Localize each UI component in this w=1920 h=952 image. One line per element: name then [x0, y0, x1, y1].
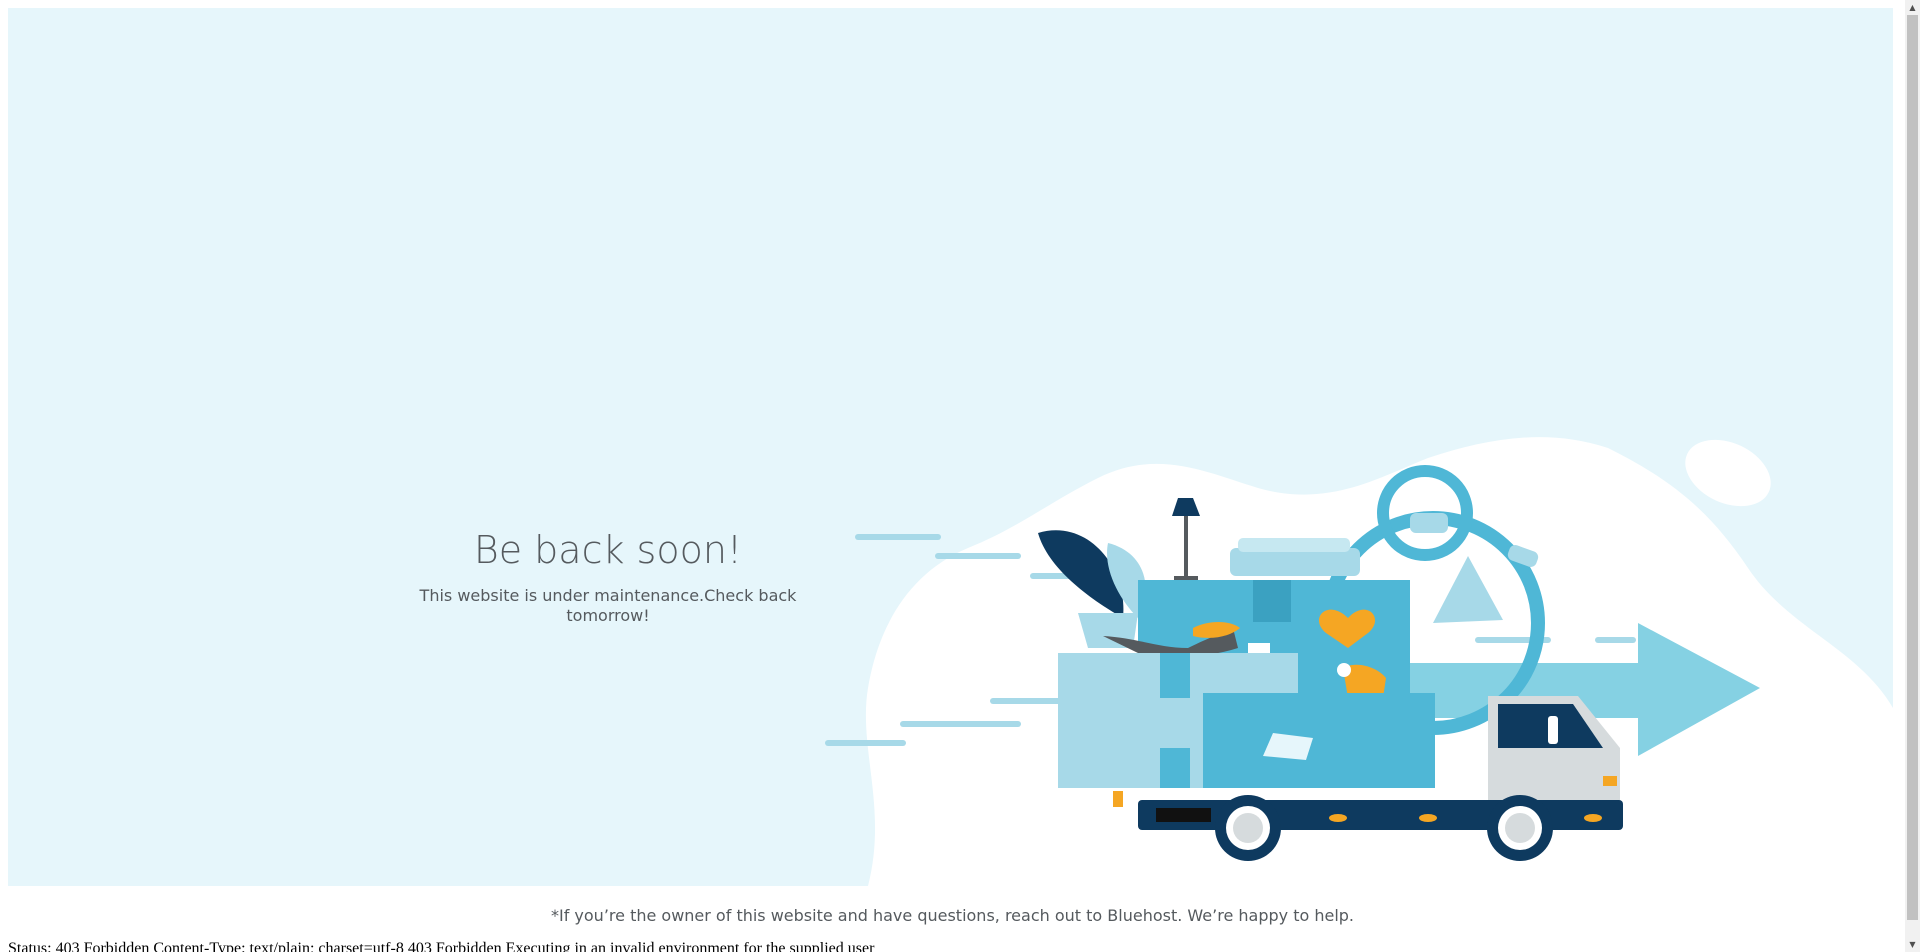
- box-lower: [1203, 693, 1435, 788]
- lamp-base: [1174, 576, 1198, 580]
- scroll-up-icon[interactable]: ▲: [1905, 0, 1920, 15]
- truck-light-1: [1329, 814, 1347, 822]
- truck-wheel-front: [1487, 795, 1553, 861]
- sofa-body: [1230, 548, 1360, 576]
- hero-text-block: Be back soon! This website is under main…: [383, 528, 833, 627]
- truck-mirror: [1548, 716, 1558, 744]
- truck-light-2: [1419, 814, 1437, 822]
- moving-truck-illustration: [825, 437, 1893, 886]
- truck-bed: [1123, 788, 1488, 800]
- vertical-scrollbar[interactable]: ▲ ▼: [1905, 0, 1920, 952]
- sofa-back: [1238, 538, 1350, 552]
- truck-bumper-light: [1113, 791, 1123, 807]
- owner-help-note: *If you’re the owner of this website and…: [550, 906, 1355, 925]
- lamp-pole: [1184, 516, 1188, 578]
- truck-skirt: [1156, 808, 1211, 822]
- truck-light-3: [1584, 814, 1602, 822]
- truck-wheel-rear: [1215, 795, 1281, 861]
- page-subtitle: This website is under maintenance.Check …: [419, 585, 797, 626]
- maintenance-hero: Be back soon! This website is under main…: [8, 8, 1893, 886]
- scrollbar-thumb[interactable]: [1907, 15, 1918, 920]
- stopwatch-cap: [1410, 513, 1448, 533]
- scroll-down-icon[interactable]: ▼: [1905, 937, 1920, 952]
- page-title: Be back soon!: [473, 528, 743, 572]
- box-left-stripe-gap: [1158, 698, 1192, 748]
- status-text: Status: 403 Forbidden Content-Type: text…: [8, 940, 875, 952]
- dog-head: [1337, 663, 1351, 677]
- truck-headlight: [1603, 776, 1617, 786]
- box-upper-tape: [1253, 580, 1291, 622]
